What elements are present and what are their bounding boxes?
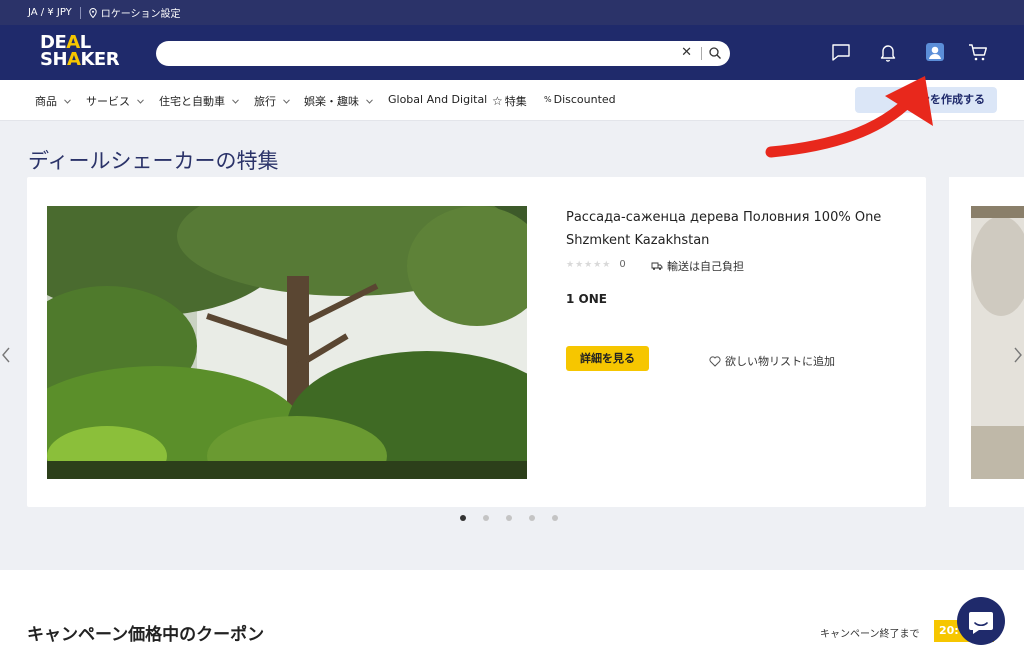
campaign-ends-label: キャンペーン終了まで — [820, 629, 920, 640]
nav-label: 商品 — [35, 95, 57, 108]
nav-label: 住宅と自動車 — [159, 95, 225, 108]
location-setting-link[interactable]: ロケーション設定 — [89, 5, 181, 20]
message-icon[interactable] — [830, 41, 852, 63]
search-divider — [701, 47, 702, 60]
nav-label: 特集 — [504, 95, 527, 108]
coupon-section — [0, 570, 1024, 660]
search-bar: ✕ — [156, 41, 730, 66]
shipping-label: 輸送は自己負担 — [667, 260, 744, 273]
dealshaker-logo[interactable]: DEAL SHAKER — [40, 34, 122, 72]
nav-item-products[interactable]: 商品 — [35, 93, 71, 109]
clear-icon[interactable]: ✕ — [681, 45, 692, 61]
carousel-dot-1[interactable] — [460, 515, 466, 521]
add-to-wishlist-button[interactable]: 欲しい物リストに追加 — [709, 353, 835, 369]
rating-count: 0 — [619, 259, 626, 270]
delivery-icon — [651, 262, 663, 270]
section-title: ディールシェーカーの特集 — [28, 149, 279, 173]
tree-photo — [47, 206, 527, 479]
nav-item-services[interactable]: サービス — [86, 93, 144, 109]
nav-label: Global And Digital — [388, 93, 488, 106]
carousel-dot-5[interactable] — [552, 515, 558, 521]
search-input[interactable] — [168, 44, 668, 63]
carousel-dot-3[interactable] — [506, 515, 512, 521]
chevron-down-icon — [232, 98, 239, 104]
chevron-down-icon — [366, 98, 373, 104]
cart-icon[interactable] — [967, 41, 989, 63]
nav-item-discounted[interactable]: % Discounted — [544, 93, 616, 106]
chevron-down-icon — [283, 98, 290, 104]
nav-label: サービス — [86, 95, 130, 108]
nav-label: 旅行 — [254, 95, 276, 108]
percent-icon: % — [544, 95, 552, 104]
chevron-down-icon — [137, 98, 144, 104]
top-utility-bar: JA / ¥ JPY ロケーション設定 — [0, 0, 1024, 25]
annotation-arrow — [765, 76, 933, 158]
nav-item-housing-auto[interactable]: 住宅と自動車 — [159, 93, 239, 109]
chevron-left-icon[interactable] — [1, 346, 11, 364]
carousel-dot-2[interactable] — [483, 515, 489, 521]
next-product-photo — [971, 206, 1024, 479]
product-image[interactable] — [47, 206, 527, 479]
product-title[interactable]: Рассада-саженца дерева Половния 100% One… — [566, 206, 906, 252]
nav-item-entertainment[interactable]: 娯楽・趣味 — [304, 93, 373, 109]
chevron-right-icon[interactable] — [1013, 346, 1023, 364]
chat-button[interactable] — [957, 597, 1005, 645]
view-details-button[interactable]: 詳細を見る — [566, 346, 649, 371]
coupon-section-title: キャンペーン価格中のクーポン — [27, 625, 265, 645]
search-icon[interactable] — [708, 46, 722, 60]
nav-item-global-digital[interactable]: Global And Digital — [388, 93, 487, 106]
language-currency-selector[interactable]: JA / ¥ JPY — [28, 7, 72, 18]
chat-bubble-icon — [969, 612, 993, 634]
shipping-info: 輸送は自己負担 — [651, 258, 744, 274]
user-account-icon[interactable] — [924, 41, 946, 63]
nav-item-featured[interactable]: ☆ 特集 — [492, 93, 527, 109]
rating-stars: ★★★★★ — [566, 259, 612, 270]
wishlist-label: 欲しい物リストに追加 — [725, 355, 835, 368]
nav-label: Discounted — [553, 93, 616, 106]
heart-icon — [709, 355, 721, 367]
location-label: ロケーション設定 — [100, 9, 181, 20]
pin-icon — [89, 7, 97, 18]
product-price: 1 ONE — [566, 292, 607, 306]
nav-item-travel[interactable]: 旅行 — [254, 93, 290, 109]
carousel-dot-4[interactable] — [529, 515, 535, 521]
nav-label: 娯楽・趣味 — [304, 95, 359, 108]
bell-icon[interactable] — [877, 41, 899, 63]
product-rating: ★★★★★ 0 — [566, 259, 626, 270]
logo-line2: SHAKER — [40, 49, 120, 70]
divider — [79, 6, 81, 19]
chevron-down-icon — [64, 98, 71, 104]
star-outline-icon: ☆ — [492, 94, 503, 108]
carousel-pagination — [460, 515, 558, 521]
next-product-image[interactable] — [971, 206, 1024, 479]
